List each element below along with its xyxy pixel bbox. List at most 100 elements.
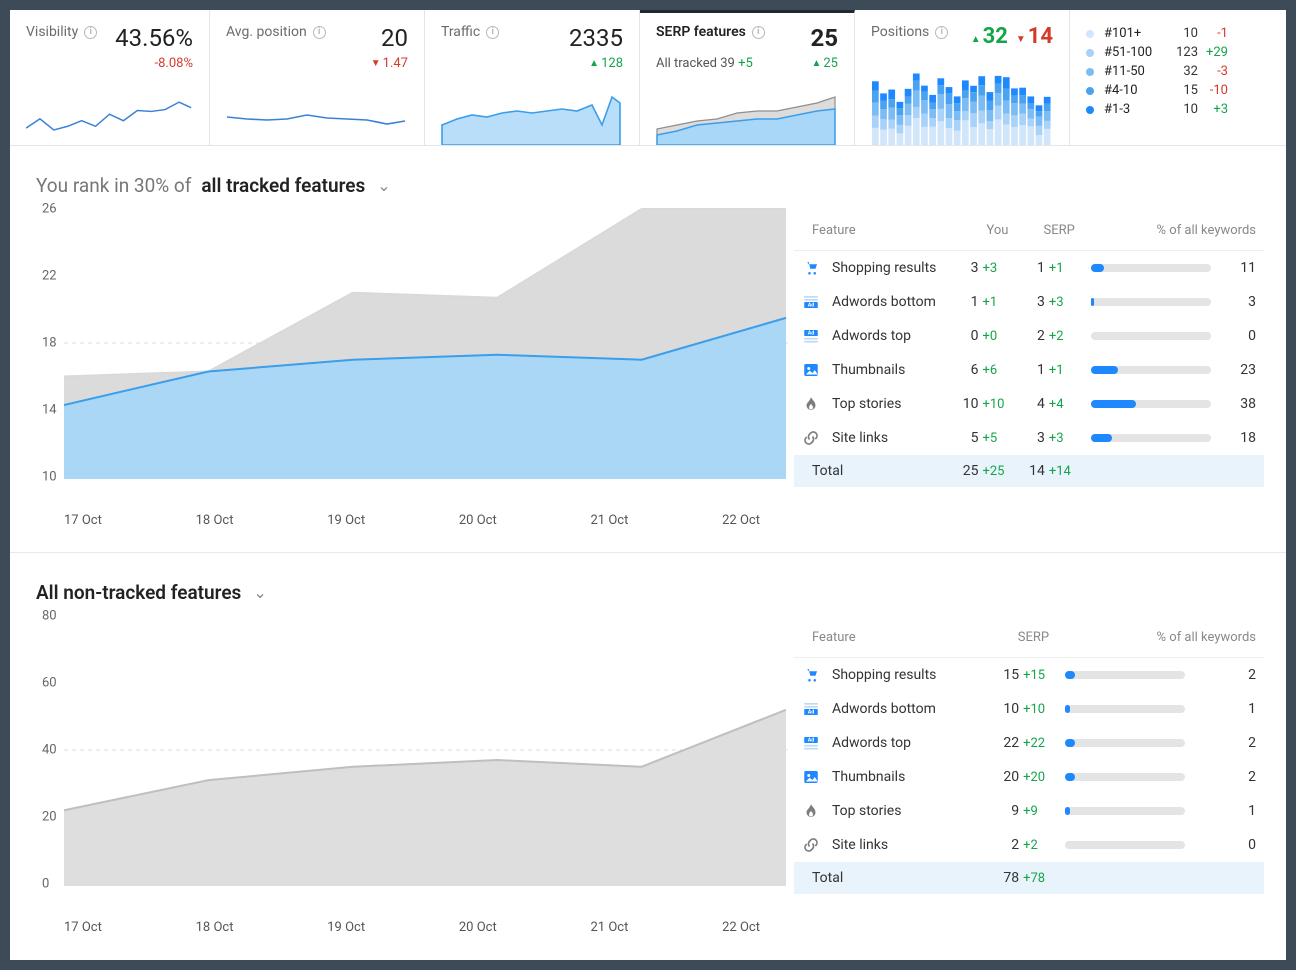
feature-name: Thumbnails [832, 362, 905, 378]
feature-name: Thumbnails [832, 769, 905, 785]
feature-name: Site links [832, 837, 888, 853]
sparkline-visibility [26, 89, 193, 145]
th-you[interactable]: You [950, 213, 1016, 251]
x-tick: 20 Oct [459, 920, 497, 935]
info-icon[interactable]: i [313, 26, 326, 39]
feature-name: Top stories [832, 396, 901, 412]
card-visibility[interactable]: Visibilityi 43.56% -8.08% [10, 10, 210, 145]
x-tick: 19 Oct [327, 920, 365, 935]
legend-change: +29 [1198, 45, 1228, 60]
table-row[interactable]: AdAdwords top0+02+20 [794, 319, 1264, 353]
thumb-icon [802, 768, 820, 786]
ad-bot-icon: Ad [802, 700, 820, 718]
x-tick: 20 Oct [459, 513, 497, 528]
cart-icon [802, 666, 820, 684]
table-row[interactable]: Top stories9+91 [794, 794, 1264, 828]
card-label: SERP features [656, 24, 746, 40]
table-row[interactable]: Top stories10+104+438 [794, 387, 1264, 421]
legend-item[interactable]: #51-100123+29 [1086, 43, 1266, 62]
ad-top-icon: Ad [802, 734, 820, 752]
legend-item[interactable]: #4-1015-10 [1086, 81, 1266, 100]
pct-value: 0 [1224, 828, 1264, 862]
feature-name: Adwords top [832, 735, 911, 751]
table-row[interactable]: AdAdwords bottom10+101 [794, 692, 1264, 726]
feature-name: Site links [832, 430, 888, 446]
legend-change: +3 [1198, 102, 1228, 117]
y-tick: 26 [42, 202, 57, 217]
legend-item[interactable]: #101+10-1 [1086, 24, 1266, 43]
table-row[interactable]: Shopping results15+152 [794, 658, 1264, 693]
thumb-icon [802, 361, 820, 379]
flame-icon [802, 802, 820, 820]
info-icon[interactable]: i [486, 26, 499, 39]
y-tick: 18 [42, 336, 57, 351]
pct-bar [1091, 298, 1211, 306]
card-positions[interactable]: Positionsi ▲32 ▼14 [855, 10, 1070, 145]
summary-cards: Visibilityi 43.56% -8.08% Avg. positioni… [10, 10, 1286, 146]
chevron-down-icon[interactable]: ⌄ [253, 583, 266, 602]
info-icon[interactable]: i [84, 26, 97, 39]
pct-bar [1091, 332, 1211, 340]
th-serp[interactable]: SERP [1016, 213, 1082, 251]
info-icon[interactable]: i [752, 26, 765, 39]
x-tick: 21 Oct [591, 513, 629, 528]
y-tick: 22 [42, 269, 57, 284]
table-row[interactable]: AdAdwords top22+222 [794, 726, 1264, 760]
section-tracked-title[interactable]: You rank in 30% of all tracked features … [10, 146, 1286, 207]
table-row[interactable]: AdAdwords bottom1+13+33 [794, 285, 1264, 319]
legend-item[interactable]: #1-310+3 [1086, 100, 1266, 119]
feature-name: Adwords bottom [832, 701, 936, 717]
th-feature[interactable]: Feature [794, 620, 979, 658]
pct-bar [1065, 807, 1185, 815]
legend-change: -10 [1198, 83, 1228, 98]
legend-item[interactable]: #11-5032-3 [1086, 62, 1266, 81]
y-tick: 40 [42, 743, 57, 758]
th-serp[interactable]: SERP [979, 620, 1058, 658]
link-icon [802, 836, 820, 854]
card-traffic[interactable]: Traffici 2335 ▲128 [425, 10, 640, 145]
pct-value: 11 [1224, 251, 1264, 286]
x-axis-labels: 17 Oct18 Oct19 Oct20 Oct21 Oct22 Oct [36, 507, 760, 528]
pct-value: 1 [1224, 794, 1264, 828]
card-avg-position[interactable]: Avg. positioni 20 ▼1.47 [210, 10, 425, 145]
info-icon[interactable]: i [935, 26, 948, 39]
table-row[interactable]: Thumbnails20+202 [794, 760, 1264, 794]
table-row[interactable]: Thumbnails6+61+123 [794, 353, 1264, 387]
card-serp-features[interactable]: SERP featuresi 25 All tracked 39 +5 ▲25 [640, 10, 855, 145]
section-nontracked-title[interactable]: All non-tracked features ⌄ [10, 553, 1286, 614]
pct-bar [1065, 841, 1185, 849]
pct-value: 1 [1224, 692, 1264, 726]
table-row[interactable]: Shopping results3+31+111 [794, 251, 1264, 286]
feature-name: Adwords top [832, 328, 911, 344]
legend-count: 10 [1164, 102, 1198, 117]
y-tick: 20 [42, 810, 57, 825]
y-tick: 14 [42, 403, 57, 418]
legend-count: 15 [1164, 83, 1198, 98]
y-tick: 60 [42, 676, 57, 691]
table-total-row: Total78+78 [794, 862, 1264, 894]
tracked-chart: 1014182226 [36, 207, 794, 507]
x-tick: 18 Oct [196, 920, 234, 935]
card-label: Visibility [26, 24, 78, 40]
ad-top-icon: Ad [802, 327, 820, 345]
table-row[interactable]: Site links5+53+318 [794, 421, 1264, 455]
card-value: 25 [810, 24, 838, 52]
th-feature[interactable]: Feature [794, 213, 950, 251]
table-total-row: Total25+2514+14 [794, 455, 1264, 487]
pct-value: 2 [1224, 658, 1264, 693]
cart-icon [802, 259, 820, 277]
th-pct[interactable]: % of all keywords [1083, 213, 1264, 251]
card-change: ▼1.47 [371, 56, 408, 71]
x-tick: 21 Oct [591, 920, 629, 935]
feature-name: Adwords bottom [832, 294, 936, 310]
pct-value: 18 [1224, 421, 1264, 455]
tracked-features-table: Feature You SERP % of all keywords Shopp… [794, 213, 1264, 487]
th-pct[interactable]: % of all keywords [1057, 620, 1264, 658]
table-row[interactable]: Site links2+20 [794, 828, 1264, 862]
sparkline-serp [656, 89, 838, 145]
x-tick: 18 Oct [196, 513, 234, 528]
chevron-down-icon[interactable]: ⌄ [377, 176, 390, 195]
feature-name: Shopping results [832, 260, 936, 276]
pct-value: 2 [1224, 760, 1264, 794]
svg-text:Ad: Ad [808, 738, 815, 744]
